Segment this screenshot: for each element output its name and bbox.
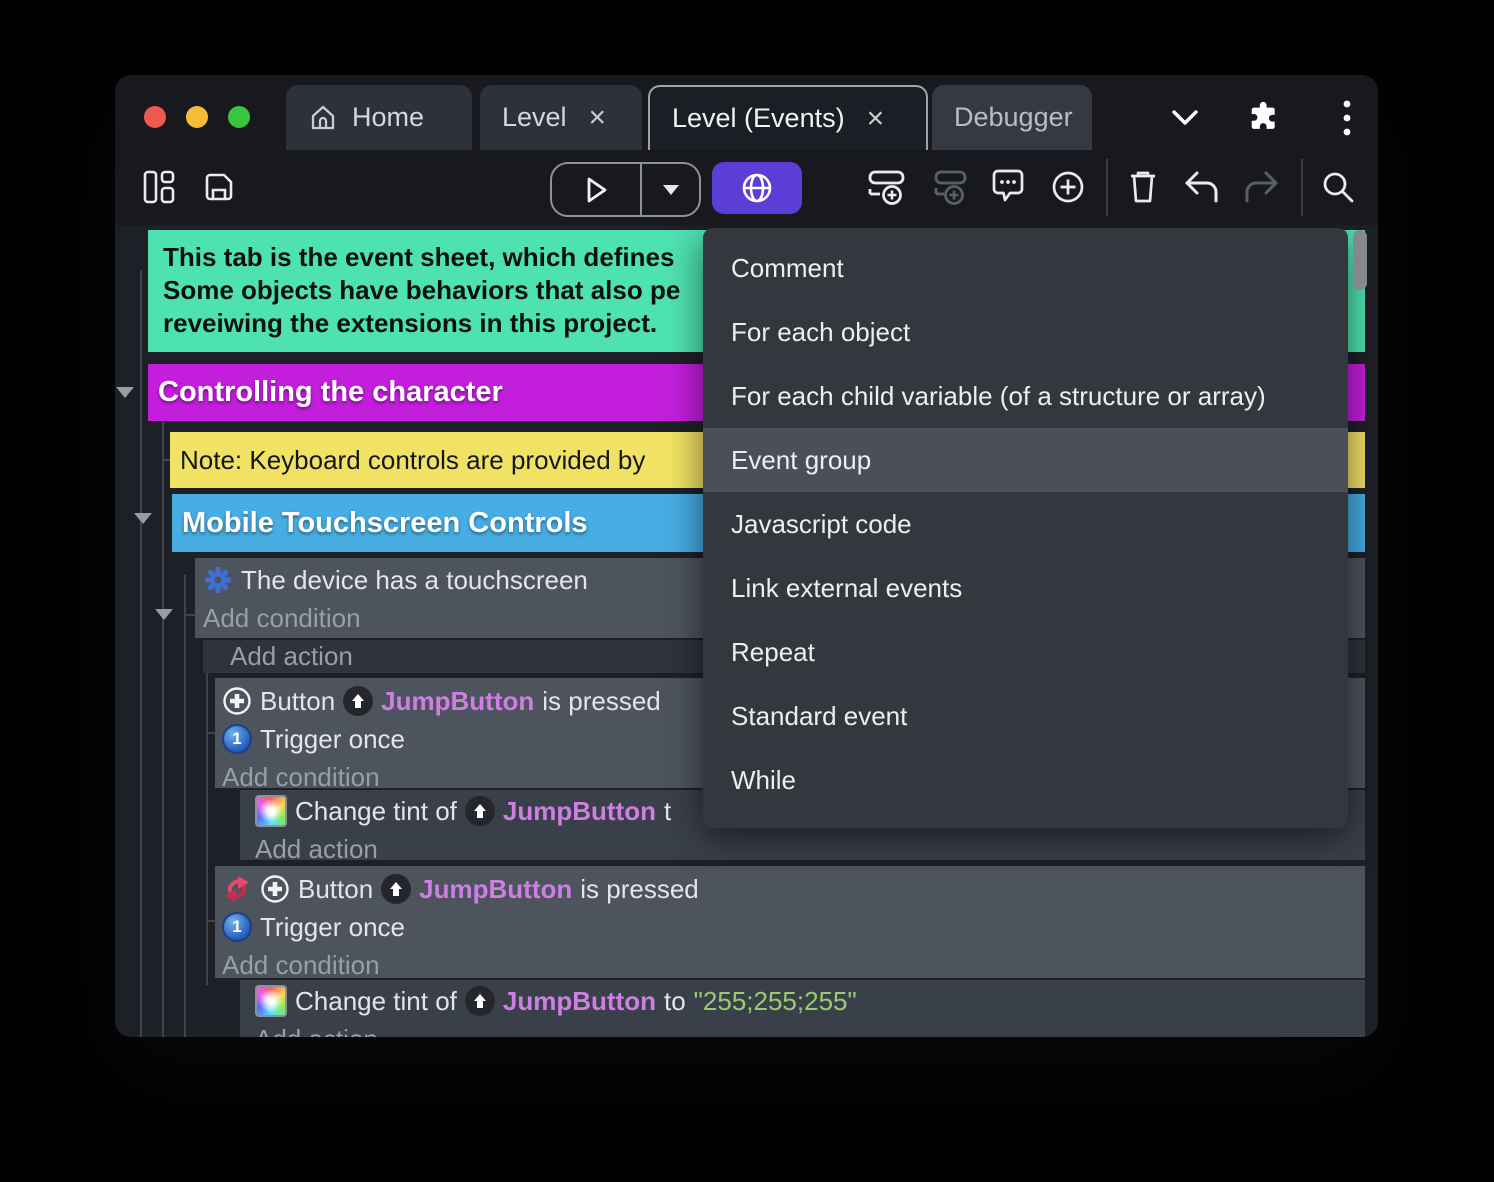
extensions-puzzle-icon[interactable]	[1243, 101, 1283, 135]
menu-item-comment[interactable]: Comment	[703, 236, 1348, 300]
note-text: Note: Keyboard controls are provided by	[180, 444, 646, 475]
condition-text: Trigger once	[260, 723, 405, 754]
action-text: t	[663, 795, 672, 826]
collapse-event-icon[interactable]	[155, 609, 173, 620]
add-comment-icon[interactable]	[982, 158, 1034, 216]
tab-debugger[interactable]: Debugger	[932, 85, 1092, 150]
menu-item-for-each-object[interactable]: For each object	[703, 300, 1348, 364]
app-window: Home Level × Level (Events) × Debugger T…	[115, 75, 1378, 1037]
object-name: JumpButton	[381, 685, 535, 716]
event-conditions[interactable]: Button JumpButton is pressed 1 Trigger o…	[215, 866, 1365, 978]
indent-guide	[140, 270, 142, 1037]
title-bar: Home Level × Level (Events) × Debugger	[115, 75, 1378, 150]
tab-level[interactable]: Level ×	[480, 85, 642, 150]
tint-color-icon	[255, 985, 287, 1017]
zoom-window-button[interactable]	[228, 106, 250, 128]
action-string-value: "255;255;255"	[693, 985, 857, 1016]
menu-item-while[interactable]: While	[703, 748, 1348, 812]
home-icon	[308, 103, 338, 133]
menu-item-for-each-child-variable[interactable]: For each child variable (of a structure …	[703, 364, 1348, 428]
group-title: Controlling the character	[158, 376, 503, 408]
action-text: Change tint of	[295, 795, 457, 826]
network-preview-button[interactable]	[712, 162, 802, 214]
object-thumbnail-icon	[381, 874, 412, 904]
tab-home[interactable]: Home	[286, 85, 472, 150]
events-sheet: This tab is the event sheet, which defin…	[115, 225, 1378, 1037]
trigger-once-icon: 1	[222, 724, 252, 754]
search-icon[interactable]	[1312, 158, 1364, 216]
chevron-down-icon[interactable]	[1165, 101, 1205, 135]
minimize-window-button[interactable]	[186, 106, 208, 128]
indent-guide	[184, 614, 195, 616]
close-tab-icon[interactable]: ×	[589, 102, 607, 133]
gamepad-button-icon	[260, 874, 290, 904]
scrollbar-thumb[interactable]	[1353, 230, 1367, 290]
indent-guide	[206, 920, 215, 922]
globe-icon	[738, 169, 776, 207]
object-name: JumpButton	[419, 873, 573, 904]
save-icon[interactable]	[193, 158, 245, 216]
close-tab-icon[interactable]: ×	[867, 103, 885, 134]
add-subevent-icon[interactable]	[924, 158, 976, 216]
condition-text: The device has a touchscreen	[241, 564, 588, 595]
toolbar-divider	[1301, 159, 1303, 216]
add-event-context-menu: Comment For each object For each child v…	[703, 228, 1348, 828]
object-thumbnail-icon	[343, 686, 374, 716]
toolbar-divider	[1106, 159, 1108, 216]
delete-icon[interactable]	[1117, 158, 1169, 216]
gamepad-button-icon	[222, 686, 252, 716]
tab-label: Home	[352, 102, 425, 132]
invert-condition-icon	[222, 874, 252, 904]
toolbar	[115, 150, 1378, 225]
collapse-group-icon[interactable]	[134, 513, 152, 524]
overflow-menu-icon[interactable]	[1327, 100, 1367, 136]
redo-icon[interactable]	[1235, 158, 1287, 216]
menu-item-standard-event[interactable]: Standard event	[703, 684, 1348, 748]
group-title: Mobile Touchscreen Controls	[182, 506, 588, 539]
close-window-button[interactable]	[144, 106, 166, 128]
gear-icon	[203, 565, 233, 595]
condition-text: Trigger once	[260, 911, 405, 942]
tab-label: Debugger	[954, 102, 1073, 132]
undo-icon[interactable]	[1176, 158, 1228, 216]
action-text: Change tint of	[295, 985, 457, 1016]
tab-label: Level (Events)	[672, 103, 845, 133]
indent-guide	[206, 732, 215, 734]
tint-color-icon	[255, 795, 287, 827]
indent-guide	[184, 575, 186, 1037]
toggle-panels-icon[interactable]	[133, 158, 185, 216]
indent-guide	[162, 421, 164, 1037]
add-circle-icon[interactable]	[1042, 158, 1094, 216]
menu-item-link-external-events[interactable]: Link external events	[703, 556, 1348, 620]
preview-button-group	[550, 162, 701, 217]
menu-item-event-group[interactable]: Event group	[703, 428, 1348, 492]
condition-text: Button	[298, 873, 374, 904]
desktop-background: Home Level × Level (Events) × Debugger T…	[0, 0, 1494, 1182]
add-action-link[interactable]: Add action	[230, 641, 353, 672]
object-thumbnail-icon	[464, 986, 495, 1016]
tab-label: Level	[502, 102, 567, 132]
object-name: JumpButton	[502, 985, 656, 1016]
trigger-once-icon: 1	[222, 912, 252, 942]
indent-guide	[162, 459, 170, 461]
indent-guide	[206, 645, 208, 985]
preview-options-caret[interactable]	[642, 164, 699, 215]
condition-text: is pressed	[580, 873, 699, 904]
menu-item-repeat[interactable]: Repeat	[703, 620, 1348, 684]
object-name: JumpButton	[502, 795, 656, 826]
actions-column[interactable]: Change tint of JumpButton to "255;255;25…	[240, 980, 1365, 1037]
action-text: to	[663, 985, 686, 1016]
condition-text: is pressed	[542, 685, 661, 716]
menu-item-javascript-code[interactable]: Javascript code	[703, 492, 1348, 556]
add-condition-link[interactable]: Add condition	[222, 946, 1365, 979]
object-thumbnail-icon	[464, 796, 495, 826]
add-event-icon[interactable]	[862, 158, 914, 216]
collapse-group-icon[interactable]	[116, 387, 134, 398]
preview-play-button[interactable]	[552, 164, 642, 215]
tab-level-events-active[interactable]: Level (Events) ×	[648, 85, 928, 150]
add-action-link[interactable]: Add action	[255, 1020, 1365, 1038]
add-action-link[interactable]: Add action	[255, 830, 1365, 861]
condition-text: Button	[260, 685, 336, 716]
